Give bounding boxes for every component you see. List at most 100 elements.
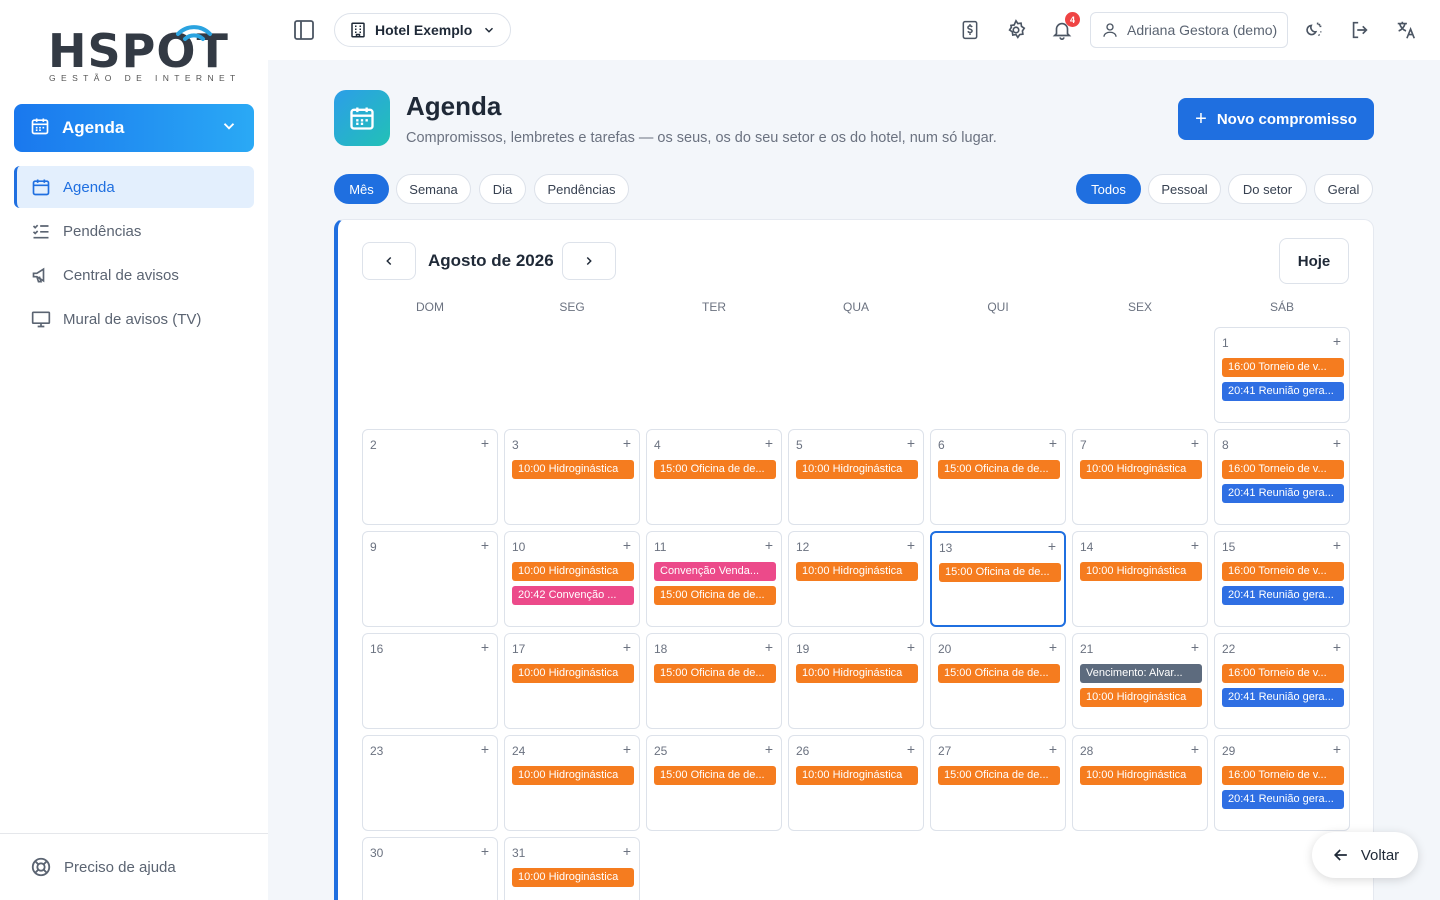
add-event-icon[interactable]: + — [481, 639, 489, 655]
add-event-icon[interactable]: + — [1191, 639, 1199, 655]
billing-icon[interactable] — [958, 18, 982, 42]
calendar-day-28[interactable]: 28 +10:00 Hidroginástica — [1072, 735, 1208, 831]
calendar-event[interactable]: 10:00 Hidroginástica — [512, 868, 634, 887]
calendar-day-12[interactable]: 12 +10:00 Hidroginástica — [788, 531, 924, 627]
calendar-event[interactable]: 20:41 Reunião gera... — [1222, 790, 1344, 809]
calendar-event[interactable]: 10:00 Hidroginástica — [1080, 460, 1202, 479]
sidebar-item-central-avisos[interactable]: Central de avisos — [14, 254, 254, 296]
add-event-icon[interactable]: + — [623, 537, 631, 553]
add-event-icon[interactable]: + — [623, 741, 631, 757]
tab-dia[interactable]: Dia — [479, 174, 526, 204]
add-event-icon[interactable]: + — [907, 741, 915, 757]
add-event-icon[interactable]: + — [1333, 741, 1341, 757]
calendar-day-27[interactable]: 27 +15:00 Oficina de de... — [930, 735, 1066, 831]
translate-icon[interactable] — [1394, 18, 1418, 42]
calendar-day-15[interactable]: 15 +16:00 Torneio de v... 20:41 Reunião ge… — [1214, 531, 1350, 627]
calendar-event[interactable]: 15:00 Oficina de de... — [654, 766, 776, 785]
calendar-event[interactable]: 10:00 Hidroginástica — [1080, 766, 1202, 785]
calendar-day-9[interactable]: 9 + — [362, 531, 498, 627]
filter-geral[interactable]: Geral — [1314, 174, 1373, 204]
calendar-day-3[interactable]: 3 +10:00 Hidroginástica — [504, 429, 640, 525]
filter-todos[interactable]: Todos — [1076, 174, 1141, 204]
sidebar-item-pendencias[interactable]: Pendências — [14, 210, 254, 252]
calendar-event[interactable]: 15:00 Oficina de de... — [938, 664, 1060, 683]
calendar-event[interactable]: 20:41 Reunião gera... — [1222, 484, 1344, 503]
hotel-selector[interactable]: Hotel Exemplo — [334, 13, 512, 47]
module-selector[interactable]: Agenda — [14, 104, 254, 152]
calendar-event[interactable]: 16:00 Torneio de v... — [1222, 664, 1344, 683]
calendar-day-11[interactable]: 11 + Convenção Venda... 15:00 Oficina de de… — [646, 531, 782, 627]
filter-do-setor[interactable]: Do setor — [1228, 174, 1307, 204]
calendar-day-30[interactable]: 30 + — [362, 837, 498, 900]
calendar-day-16[interactable]: 16 + — [362, 633, 498, 729]
theme-toggle-icon[interactable] — [1302, 18, 1326, 42]
calendar-event[interactable]: 20:42 Convenção ... — [512, 586, 634, 605]
calendar-event[interactable]: 16:00 Torneio de v... — [1222, 358, 1344, 377]
calendar-event[interactable]: 15:00 Oficina de de... — [654, 664, 776, 683]
add-event-icon[interactable]: + — [1049, 639, 1057, 655]
sidebar-item-mural-tv[interactable]: Mural de avisos (TV) — [14, 298, 254, 340]
calendar-day-20[interactable]: 20 +15:00 Oficina de de... — [930, 633, 1066, 729]
calendar-day-31[interactable]: 31 +10:00 Hidroginástica — [504, 837, 640, 900]
today-button[interactable]: Hoje — [1279, 238, 1349, 284]
logout-icon[interactable] — [1348, 18, 1372, 42]
calendar-event[interactable]: 20:41 Reunião gera... — [1222, 382, 1344, 401]
add-event-icon[interactable]: + — [1333, 333, 1341, 349]
add-event-icon[interactable]: + — [1333, 435, 1341, 451]
tab-semana[interactable]: Semana — [396, 174, 471, 204]
back-button[interactable]: Voltar — [1312, 832, 1418, 878]
calendar-event[interactable]: 20:41 Reunião gera... — [1222, 688, 1344, 707]
add-event-icon[interactable]: + — [765, 537, 773, 553]
calendar-event[interactable]: 15:00 Oficina de de... — [654, 586, 776, 605]
calendar-event[interactable]: 15:00 Oficina de de... — [939, 563, 1061, 582]
add-event-icon[interactable]: + — [481, 435, 489, 451]
calendar-day-5[interactable]: 5 +10:00 Hidroginástica — [788, 429, 924, 525]
new-appointment-button[interactable]: + Novo compromisso — [1178, 98, 1374, 140]
calendar-event[interactable]: 15:00 Oficina de de... — [938, 460, 1060, 479]
add-event-icon[interactable]: + — [765, 741, 773, 757]
bell-icon[interactable]: 4 — [1050, 12, 1080, 42]
calendar-day-4[interactable]: 4 +15:00 Oficina de de... — [646, 429, 782, 525]
add-event-icon[interactable]: + — [907, 639, 915, 655]
add-event-icon[interactable]: + — [1191, 537, 1199, 553]
add-event-icon[interactable]: + — [623, 435, 631, 451]
sidebar-toggle-icon[interactable] — [292, 18, 316, 47]
calendar-day-26[interactable]: 26 +10:00 Hidroginástica — [788, 735, 924, 831]
add-event-icon[interactable]: + — [481, 537, 489, 553]
calendar-day-21[interactable]: 21 + Vencimento: Alvar... 10:00 Hidroginást… — [1072, 633, 1208, 729]
calendar-day-19[interactable]: 19 +10:00 Hidroginástica — [788, 633, 924, 729]
tab-mes[interactable]: Mês — [334, 174, 389, 204]
calendar-event[interactable]: 16:00 Torneio de v... — [1222, 562, 1344, 581]
calendar-day-6[interactable]: 6 +15:00 Oficina de de... — [930, 429, 1066, 525]
next-month-button[interactable] — [562, 242, 616, 280]
calendar-day-14[interactable]: 14 +10:00 Hidroginástica — [1072, 531, 1208, 627]
calendar-event[interactable]: 10:00 Hidroginástica — [796, 562, 918, 581]
help-link[interactable]: Preciso de ajuda — [0, 833, 268, 900]
add-event-icon[interactable]: + — [765, 639, 773, 655]
calendar-day-2[interactable]: 2 + — [362, 429, 498, 525]
calendar-event[interactable]: 16:00 Torneio de v... — [1222, 766, 1344, 785]
add-event-icon[interactable]: + — [1049, 741, 1057, 757]
prev-month-button[interactable] — [362, 242, 416, 280]
add-event-icon[interactable]: + — [1333, 537, 1341, 553]
calendar-event[interactable]: 10:00 Hidroginástica — [512, 664, 634, 683]
add-event-icon[interactable]: + — [1191, 741, 1199, 757]
user-menu[interactable]: Adriana Gestora (demo) — [1090, 12, 1289, 48]
calendar-event[interactable]: 10:00 Hidroginástica — [1080, 562, 1202, 581]
add-event-icon[interactable]: + — [1049, 435, 1057, 451]
calendar-day-24[interactable]: 24 +10:00 Hidroginástica — [504, 735, 640, 831]
calendar-event[interactable]: 10:00 Hidroginástica — [512, 562, 634, 581]
add-event-icon[interactable]: + — [907, 435, 915, 451]
calendar-event[interactable]: 10:00 Hidroginástica — [796, 460, 918, 479]
calendar-event[interactable]: 10:00 Hidroginástica — [796, 664, 918, 683]
calendar-event[interactable]: Vencimento: Alvar... — [1080, 664, 1202, 683]
calendar-day-22[interactable]: 22 +16:00 Torneio de v... 20:41 Reunião ge… — [1214, 633, 1350, 729]
sidebar-item-agenda[interactable]: Agenda — [14, 166, 254, 208]
calendar-day-7[interactable]: 7 +10:00 Hidroginástica — [1072, 429, 1208, 525]
calendar-event[interactable]: 20:41 Reunião gera... — [1222, 586, 1344, 605]
tab-pendencias[interactable]: Pendências — [534, 174, 629, 204]
calendar-event[interactable]: 15:00 Oficina de de... — [938, 766, 1060, 785]
calendar-event[interactable]: 10:00 Hidroginástica — [512, 460, 634, 479]
calendar-day-8[interactable]: 8 +16:00 Torneio de v... 20:41 Reunião ger… — [1214, 429, 1350, 525]
filter-pessoal[interactable]: Pessoal — [1148, 174, 1221, 204]
